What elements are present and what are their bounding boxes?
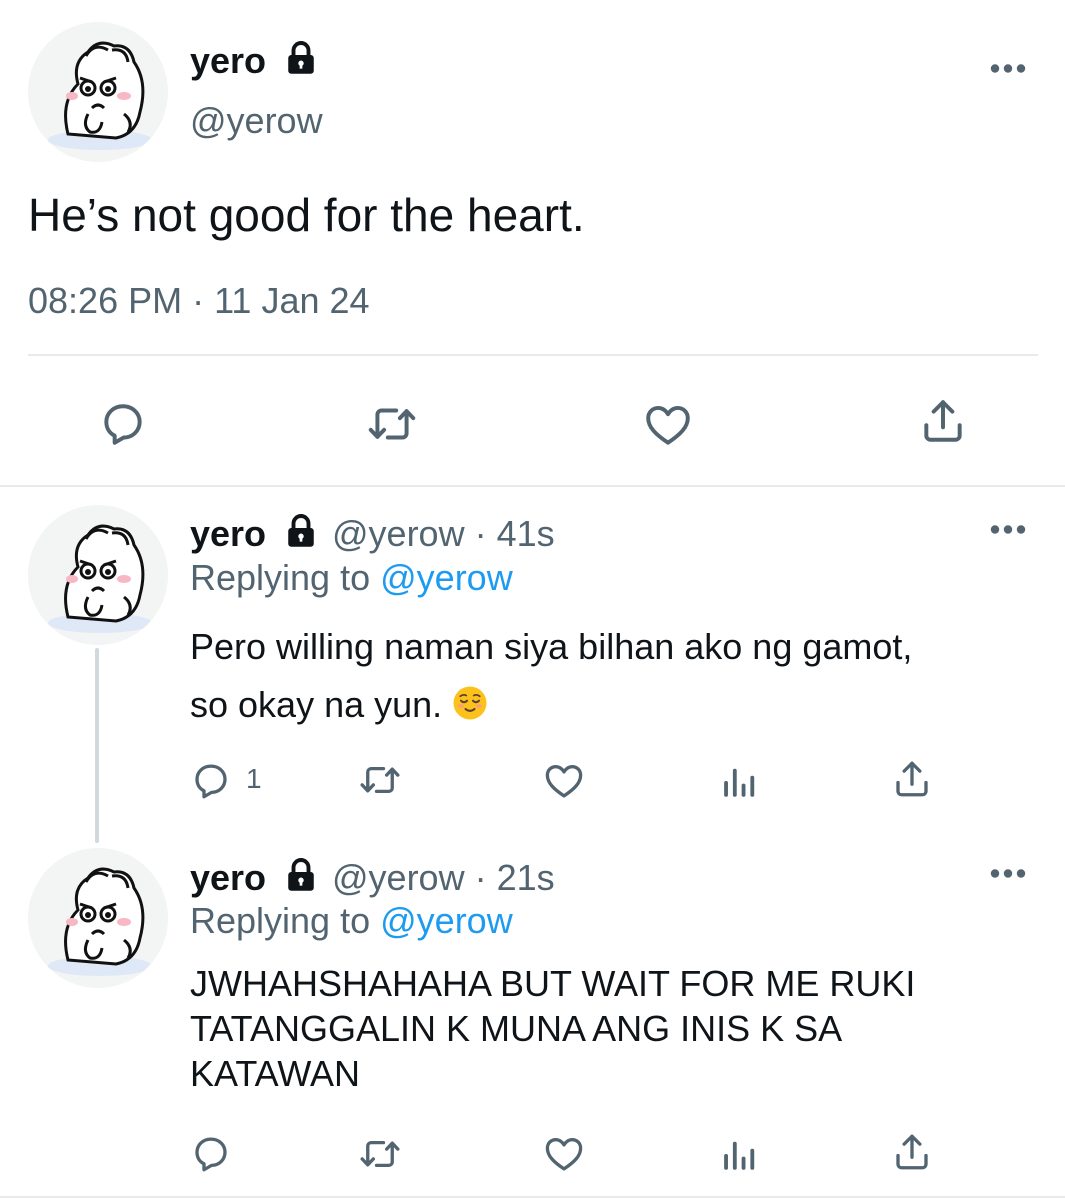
like-icon[interactable] bbox=[543, 760, 585, 802]
reply-icon[interactable] bbox=[190, 760, 232, 802]
lock-icon bbox=[283, 857, 319, 893]
more-options-icon[interactable] bbox=[988, 523, 1028, 536]
reply-text-line: so okay na yun. bbox=[190, 676, 912, 738]
thread-line bbox=[95, 648, 99, 843]
lock-icon bbox=[283, 513, 319, 549]
more-options-icon[interactable] bbox=[988, 62, 1028, 75]
avatar[interactable] bbox=[28, 848, 168, 988]
section-divider bbox=[0, 1196, 1065, 1198]
replying-to: Replying to @yerow bbox=[190, 900, 513, 942]
share-icon[interactable] bbox=[891, 758, 933, 800]
like-icon[interactable] bbox=[543, 1133, 585, 1175]
more-options-icon[interactable] bbox=[988, 867, 1028, 880]
display-name[interactable]: yero bbox=[190, 513, 266, 555]
views-icon[interactable] bbox=[718, 1133, 760, 1175]
reply-text: JWHAHSHAHAHA BUT WAIT FOR ME RUKI TATANG… bbox=[190, 961, 915, 1096]
replying-to-label: Replying to bbox=[190, 900, 371, 941]
lock-icon bbox=[283, 40, 319, 76]
views-icon[interactable] bbox=[718, 760, 760, 802]
share-icon[interactable] bbox=[918, 396, 968, 446]
replying-to-handle[interactable]: @yerow bbox=[380, 900, 513, 941]
like-icon[interactable] bbox=[643, 400, 693, 450]
replying-to-label: Replying to bbox=[190, 557, 371, 598]
replying-to-handle[interactable]: @yerow bbox=[380, 557, 513, 598]
reply-icon[interactable] bbox=[190, 1133, 232, 1175]
divider bbox=[28, 354, 1038, 356]
relieved-face-icon bbox=[452, 680, 488, 738]
display-name[interactable]: yero bbox=[190, 857, 266, 899]
share-icon[interactable] bbox=[891, 1131, 933, 1173]
replying-to: Replying to @yerow bbox=[190, 557, 513, 599]
reply-text: Pero willing naman siya bilhan ako ng ga… bbox=[190, 618, 912, 738]
display-name[interactable]: yero bbox=[190, 40, 266, 82]
reply-text-line: JWHAHSHAHAHA BUT WAIT FOR ME RUKI bbox=[190, 963, 916, 1004]
reply-text-segment: so okay na yun. bbox=[190, 684, 443, 725]
handle[interactable]: @yerow bbox=[190, 100, 323, 142]
tweet-text: He’s not good for the heart. bbox=[28, 189, 585, 241]
retweet-icon[interactable] bbox=[359, 759, 401, 801]
reply-meta[interactable]: @yerow · 41s bbox=[332, 513, 555, 555]
avatar[interactable] bbox=[28, 22, 168, 162]
section-divider bbox=[0, 485, 1065, 487]
reply-icon[interactable] bbox=[98, 399, 148, 449]
retweet-icon[interactable] bbox=[367, 399, 417, 449]
reply-count: 1 bbox=[246, 763, 262, 794]
reply-text-line: Pero willing naman siya bilhan ako ng ga… bbox=[190, 626, 913, 667]
retweet-icon[interactable] bbox=[359, 1133, 401, 1175]
reply-text-line: KATAWAN bbox=[190, 1053, 360, 1094]
tweet-timestamp[interactable]: 08:26 PM · 11 Jan 24 bbox=[28, 280, 370, 322]
avatar[interactable] bbox=[28, 505, 168, 645]
reply-meta[interactable]: @yerow · 21s bbox=[332, 857, 555, 899]
reply-text-line: TATANGGALIN K MUNA ANG INIS K SA bbox=[190, 1008, 843, 1049]
